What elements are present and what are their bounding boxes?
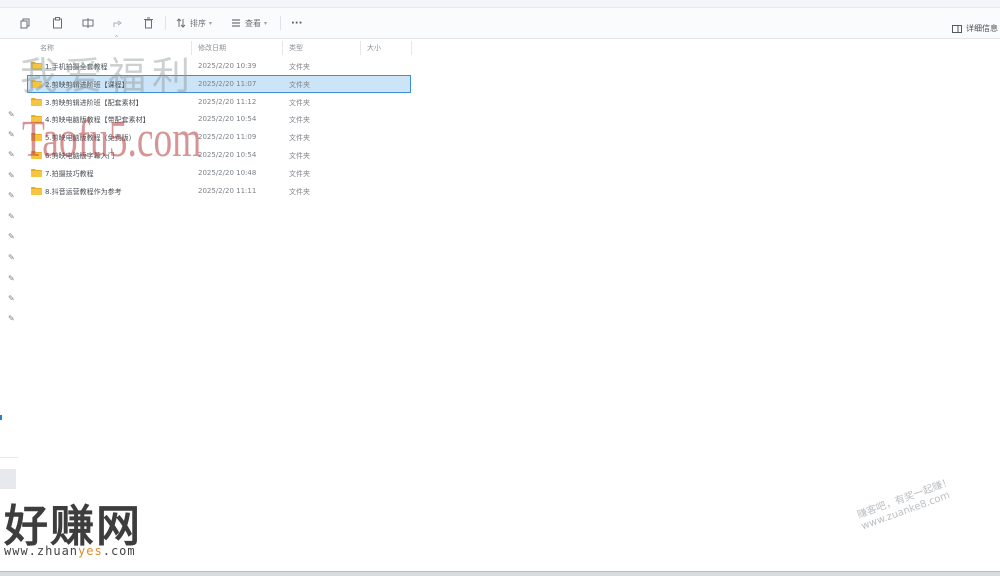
- column-type[interactable]: 类型: [289, 43, 303, 53]
- view-icon: [232, 19, 240, 27]
- file-type: 文件夹: [289, 152, 310, 160]
- command-bar: 排序 ▾ 查看 ▾ ··· 详细信息: [0, 8, 1000, 39]
- rename-icon[interactable]: [82, 15, 94, 31]
- pin-icon[interactable]: ✎: [8, 131, 15, 139]
- sort-button[interactable]: 排序 ▾: [176, 15, 212, 31]
- file-date-modified: 2025/2/20 11:12: [198, 97, 257, 106]
- divider: [0, 457, 18, 458]
- file-type: 文件夹: [289, 169, 310, 178]
- watermark-url: www.zhuanyes.com: [4, 544, 136, 558]
- file-type: 文件夹: [289, 116, 310, 125]
- file-date-modified: 2025/2/20 11:07: [198, 79, 257, 88]
- file-date-modified: 2025/2/20 11:11: [198, 186, 257, 195]
- file-type: 文件夹: [289, 80, 310, 89]
- view-label: 查看: [245, 18, 261, 28]
- file-date-modified: 2025/2/20 10:54: [198, 115, 257, 124]
- pin-icon[interactable]: ✎: [8, 315, 15, 323]
- file-type: 文件夹: [289, 98, 310, 107]
- details-pane-button[interactable]: 详细信息: [952, 23, 998, 34]
- nav-item-highlight[interactable]: [0, 469, 16, 489]
- pin-icon[interactable]: ✎: [8, 254, 15, 262]
- selection-indicator: [0, 415, 2, 420]
- watermark-cn-top: 我爱福利: [20, 54, 197, 98]
- file-name: 7.拍摄技巧教程: [45, 169, 94, 178]
- delete-icon[interactable]: [143, 15, 154, 31]
- file-type: 文件夹: [289, 134, 310, 143]
- watermark-corner: 赚客吧，有奖一起赚！ www.zuanke8.com: [855, 476, 954, 533]
- sort-label: 排序: [190, 18, 206, 28]
- paste-icon[interactable]: [52, 15, 63, 31]
- pin-icon[interactable]: ✎: [8, 192, 15, 200]
- sort-ascending-icon: ^: [114, 35, 120, 42]
- file-date-modified: 2025/2/20 11:09: [198, 133, 257, 142]
- watermark-latin: Taofu5.com: [22, 111, 202, 168]
- sort-icon: [176, 18, 186, 28]
- file-type: 文件夹: [289, 63, 310, 71]
- chevron-down-icon: ▾: [264, 19, 268, 27]
- file-type: 文件夹: [289, 187, 310, 196]
- file-row[interactable]: 8.抖音运营教程作为参考 2025/2/20 11:11 文件夹: [28, 183, 410, 199]
- pin-icon[interactable]: ✎: [8, 111, 15, 119]
- status-bar: [0, 572, 1000, 576]
- file-date-modified: 2025/2/20 10:54: [198, 151, 257, 159]
- pin-icon[interactable]: ✎: [8, 151, 15, 159]
- column-date-modified[interactable]: 修改日期: [198, 43, 226, 53]
- pin-icon[interactable]: ✎: [8, 172, 15, 180]
- details-label: 详细信息: [966, 24, 998, 33]
- share-icon[interactable]: [112, 15, 123, 31]
- column-size[interactable]: 大小: [367, 43, 381, 53]
- file-date-modified: 2025/2/20 10:39: [198, 62, 257, 70]
- pin-icon[interactable]: ✎: [8, 213, 15, 221]
- window-top-strip: [0, 0, 1000, 8]
- file-name: 8.抖音运营教程作为参考: [45, 187, 122, 196]
- pin-icon[interactable]: ✎: [8, 233, 15, 241]
- chevron-down-icon: ▾: [209, 19, 213, 27]
- more-options-button[interactable]: ···: [291, 15, 302, 31]
- view-button[interactable]: 查看 ▾: [231, 15, 267, 31]
- details-pane-icon: [952, 24, 962, 33]
- file-date-modified: 2025/2/20 10:48: [198, 168, 257, 177]
- copy-icon[interactable]: [20, 15, 31, 31]
- pin-icon[interactable]: ✎: [8, 295, 15, 303]
- pin-icon[interactable]: ✎: [8, 275, 15, 283]
- folder-icon: [31, 168, 42, 177]
- folder-icon: [31, 186, 42, 195]
